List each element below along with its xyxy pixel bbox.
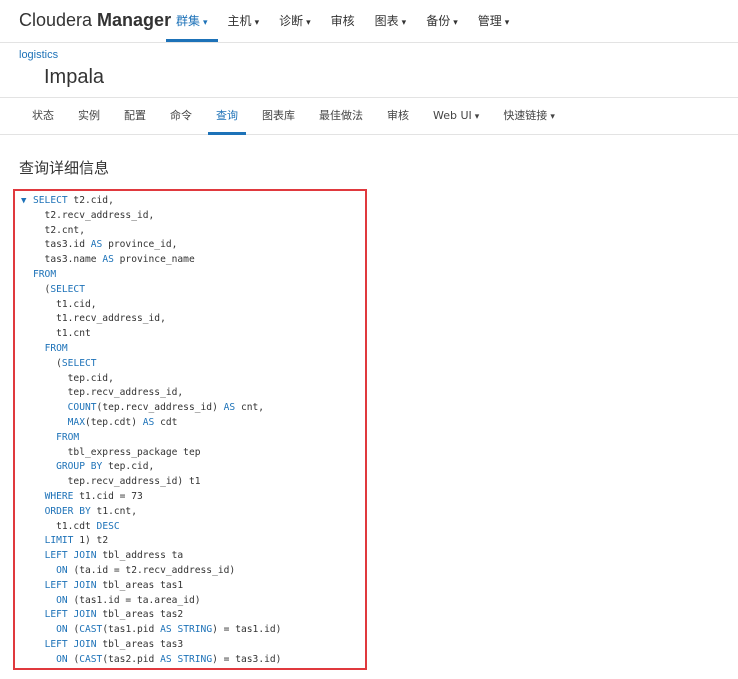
- query-line: ON (ta.id = t2.recv_address_id): [56, 564, 236, 576]
- tab-label: Web UI: [433, 109, 472, 122]
- query-line: COUNT(tep.recv_address_id) AS cnt,: [67, 402, 265, 414]
- query-line: LEFT JOIN tbl_address ta: [44, 550, 184, 562]
- query-line: ON (tas1.id = ta.area_id): [56, 594, 201, 606]
- top-menu: 群集 ▾ 主机 ▾ 诊断 ▾ 审核 图表 ▾ 备份 ▾ 管理 ▾: [166, 0, 519, 42]
- query-line: ON (CAST(tas2.pid AS STRING) = tas3.id): [56, 653, 282, 665]
- top-nav-item-4[interactable]: 图表 ▾: [365, 0, 417, 42]
- query-line: (SELECT: [33, 357, 97, 369]
- top-nav-item-0[interactable]: 群集 ▾: [166, 0, 218, 42]
- tab-label: 状态: [32, 109, 54, 122]
- query-line: ON (CAST(tas1.pid AS STRING) = tas1.id): [56, 624, 282, 636]
- caret-down-icon: ▾: [504, 18, 510, 28]
- breadcrumb-cluster[interactable]: logistics: [19, 49, 58, 61]
- tab-9[interactable]: 快速链接 ▾: [495, 98, 563, 134]
- query-line: GROUP BY tep.cid,: [56, 461, 155, 473]
- caret-down-icon: ▾: [401, 18, 407, 28]
- tab-label: 命令: [170, 109, 192, 122]
- top-navbar: Cloudera Manager 群集 ▾ 主机 ▾ 诊断 ▾ 审核 图表 ▾ 备份 ▾ 管理 ▾: [0, 0, 738, 43]
- query-line: t2.recv_address_id,: [33, 209, 155, 221]
- caret-down-icon: ▾: [306, 18, 311, 28]
- tab-label: 实例: [78, 109, 100, 122]
- tab-row: 状态 实例 配置 命令 查询 图表库 最佳做法 审核 Web UI ▾ 快速链接 ▾: [24, 98, 571, 135]
- query-text: ▼ SELECT t2.cid, t2.recv_address_id, t2.c…: [21, 194, 281, 668]
- tab-label: 配置: [124, 109, 146, 122]
- tab-label: 审核: [387, 109, 409, 122]
- top-nav-item-label: 诊断: [279, 14, 304, 28]
- query-line: t1.cid,: [33, 298, 97, 310]
- tab-5[interactable]: 图表库: [254, 98, 303, 134]
- query-line: tep.cid,: [33, 372, 114, 384]
- query-line: LEFT JOIN tbl_areas tas3: [44, 638, 184, 650]
- top-nav-item-label: 图表: [374, 14, 399, 28]
- brand-logo[interactable]: Cloudera Manager: [19, 10, 171, 31]
- top-nav-item-label: 备份: [426, 14, 451, 28]
- tab-label: 最佳做法: [319, 109, 363, 122]
- top-nav-item-5[interactable]: 备份 ▾: [416, 0, 468, 42]
- top-nav-item-label: 主机: [227, 14, 252, 28]
- tab-2[interactable]: 配置: [116, 98, 154, 134]
- query-line: LEFT JOIN tbl_areas tas1: [44, 579, 184, 591]
- top-nav-item-3[interactable]: 审核: [321, 0, 365, 42]
- tab-3[interactable]: 命令: [162, 98, 200, 134]
- tab-label: 查询: [216, 109, 238, 122]
- tab-7[interactable]: 审核: [379, 98, 417, 134]
- query-line: FROM: [33, 268, 57, 280]
- query-line: FROM: [44, 342, 68, 354]
- query-line: t1.cdt DESC: [33, 520, 120, 532]
- top-nav-item-6[interactable]: 管理 ▾: [468, 0, 520, 42]
- tab-label: 图表库: [262, 109, 295, 122]
- tab-4[interactable]: 查询: [208, 98, 246, 135]
- caret-down-icon: ▾: [453, 18, 458, 28]
- query-line: ORDER BY t1.cnt,: [44, 505, 137, 517]
- query-line: tas3.id AS province_id,: [33, 239, 178, 251]
- query-line: tas3.name AS province_name: [33, 254, 195, 266]
- service-tabs: 状态 实例 配置 命令 查询 图表库 最佳做法 审核 Web UI ▾ 快速链接 ▾: [0, 97, 738, 135]
- query-line: tep.recv_address_id,: [33, 387, 184, 399]
- query-line: tep.recv_address_id) t1: [33, 476, 201, 488]
- section-title: 查询详细信息: [19, 159, 110, 177]
- query-line: LEFT JOIN tbl_areas tas2: [44, 609, 184, 621]
- caret-down-icon: ▾: [254, 18, 260, 28]
- query-line: LIMIT 1) t2: [44, 535, 109, 547]
- tab-1[interactable]: 实例: [70, 98, 108, 134]
- query-line: WHERE t1.cid = 73: [44, 490, 143, 502]
- chevron-down-icon[interactable]: ▼: [21, 194, 33, 209]
- query-line: FROM: [56, 431, 80, 443]
- query-detail-box: ▼ SELECT t2.cid, t2.recv_address_id, t2.c…: [13, 189, 367, 670]
- query-line: (SELECT: [33, 283, 85, 295]
- top-nav-item-1[interactable]: 主机 ▾: [218, 0, 270, 42]
- query-line: MAX(tep.cdt) AS cdt: [67, 416, 178, 428]
- caret-down-icon: ▾: [474, 112, 480, 122]
- top-nav-item-2[interactable]: 诊断 ▾: [269, 0, 321, 42]
- tab-8[interactable]: Web UI ▾: [425, 98, 487, 134]
- page-title: Impala: [44, 66, 105, 88]
- tab-label: 快速链接: [503, 109, 548, 122]
- top-nav-item-label: 管理: [477, 14, 502, 28]
- query-line: tbl_express_package tep: [33, 446, 201, 458]
- top-nav-item-label: 审核: [330, 14, 355, 28]
- caret-down-icon: ▾: [550, 112, 555, 122]
- query-line: ▼ SELECT t2.cid,: [21, 194, 281, 209]
- tab-0[interactable]: 状态: [24, 98, 62, 134]
- top-nav-item-label: 群集: [176, 14, 201, 28]
- query-line: t2.cnt,: [33, 224, 85, 236]
- caret-down-icon: ▾: [203, 18, 208, 28]
- tab-6[interactable]: 最佳做法: [311, 98, 371, 134]
- query-line: t1.cnt: [33, 328, 91, 340]
- query-line: t1.recv_address_id,: [33, 313, 166, 325]
